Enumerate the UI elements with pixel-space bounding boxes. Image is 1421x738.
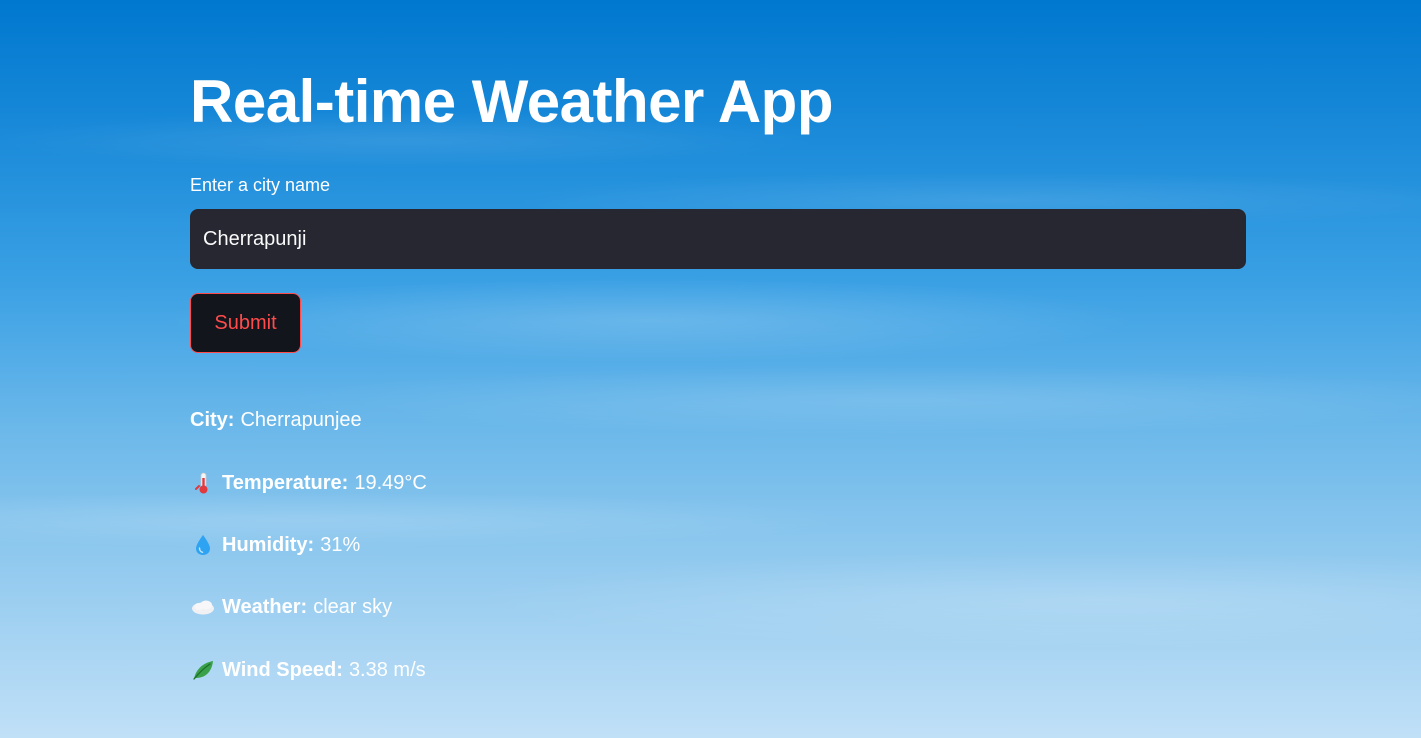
leaf-icon	[190, 657, 216, 683]
result-weather: Weather: clear sky	[190, 594, 392, 620]
humidity-label: Humidity:	[222, 534, 315, 556]
temperature-value: 19.49°C	[354, 472, 427, 494]
humidity-value: 31%	[320, 534, 361, 556]
city-label: City:	[190, 409, 235, 431]
thermometer-icon	[190, 470, 216, 496]
droplet-icon	[190, 532, 216, 558]
result-humidity: Humidity: 31%	[190, 532, 360, 558]
temperature-label: Temperature:	[222, 472, 349, 494]
city-input-label: Enter a city name	[190, 175, 331, 195]
result-temperature: Temperature: 19.49°C	[190, 470, 427, 496]
city-input[interactable]	[190, 209, 1246, 269]
cloud-icon	[190, 594, 216, 620]
wind-speed-label: Wind Speed:	[222, 659, 343, 681]
weather-value: clear sky	[313, 596, 393, 618]
result-wind-speed: Wind Speed: 3.38 m/s	[190, 657, 426, 683]
submit-button[interactable]: Submit	[190, 293, 301, 353]
weather-label: Weather:	[222, 596, 308, 618]
page-title: Real-time Weather App	[190, 68, 833, 135]
result-city: City: Cherrapunjee	[190, 407, 362, 433]
wind-speed-value: 3.38 m/s	[348, 659, 426, 681]
city-value: Cherrapunjee	[240, 409, 362, 431]
